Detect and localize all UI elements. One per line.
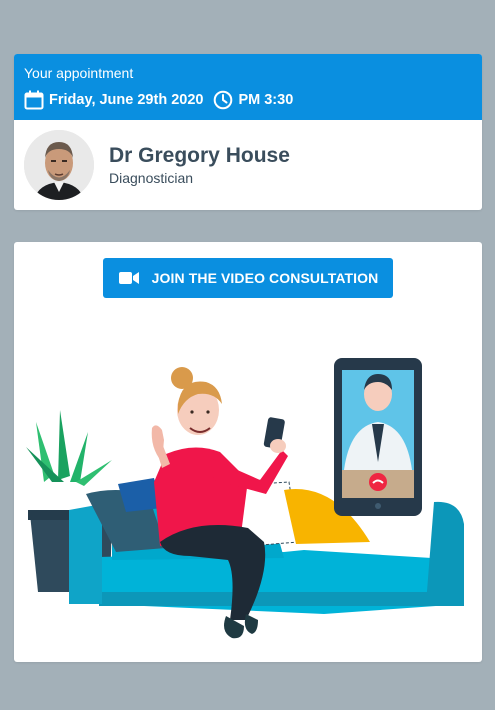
phone-doctor-illustration [334,358,422,516]
appointment-card: Your appointment Friday, June 29th 2020 … [14,54,482,210]
doctor-info: Dr Gregory House Diagnostician [14,120,482,210]
calendar-icon [24,90,44,110]
video-camera-icon [118,270,140,286]
doctor-name: Dr Gregory House [109,144,290,167]
appointment-header: Your appointment Friday, June 29th 2020 … [14,54,482,120]
doctor-avatar [24,130,94,200]
appointment-date: Friday, June 29th 2020 [49,92,204,108]
doctor-role: Diagnostician [109,170,194,186]
appointment-meta: Friday, June 29th 2020 PM 3:30 [24,90,472,110]
clock-icon [213,90,233,110]
join-video-consultation-button[interactable]: JOIN THE VIDEO CONSULTATION [103,258,393,298]
video-call-illustration [26,358,464,639]
appointment-time: PM 3:30 [238,92,294,108]
doctor-details: Dr Gregory House Diagnostician [109,144,290,186]
appointment-title: Your appointment [24,65,134,81]
join-video-consultation-label: JOIN THE VIDEO CONSULTATION [151,270,379,286]
video-consultation-card: JOIN THE VIDEO CONSULTATION [14,242,482,662]
